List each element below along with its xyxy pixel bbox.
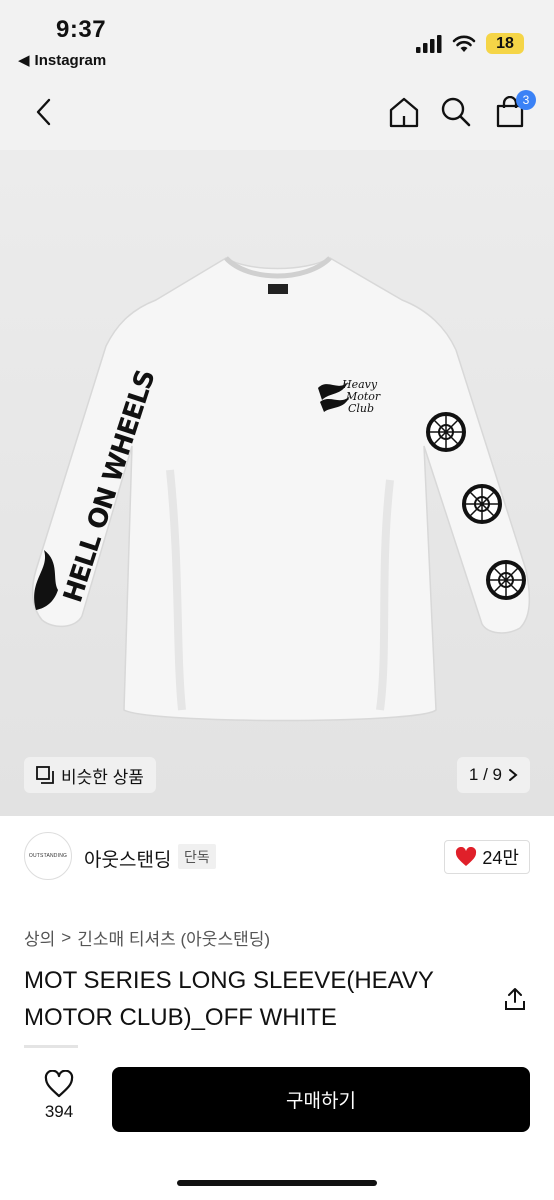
product-photo: Heavy Motor Club HELL ON WHEELS xyxy=(0,150,554,816)
bottom-action-bar: 394 구매하기 xyxy=(0,1052,554,1200)
cart-button[interactable]: 3 xyxy=(490,90,536,132)
heart-outline-icon xyxy=(44,1070,74,1098)
image-page-button[interactable]: 1 / 9 xyxy=(456,757,530,793)
sleeve-wheel-3 xyxy=(486,560,526,600)
chevron-right-icon xyxy=(509,769,518,781)
brand-row: OUTSTANDING 아웃스탠딩 단독 24만 xyxy=(0,832,554,882)
share-icon xyxy=(505,988,525,1010)
exclusive-tag: 단독 xyxy=(178,844,216,869)
brand-logo[interactable]: OUTSTANDING xyxy=(24,832,72,880)
heart-filled-icon xyxy=(456,847,477,866)
share-button[interactable] xyxy=(502,985,528,1013)
home-indicator xyxy=(177,1180,377,1186)
cart-count-badge: 3 xyxy=(516,90,536,110)
back-button[interactable] xyxy=(28,94,58,130)
battery-indicator: 18 xyxy=(486,33,524,54)
nav-bar: 3 xyxy=(0,78,554,150)
product-title: MOT SERIES LONG SLEEVE(HEAVY MOTOR CLUB)… xyxy=(24,967,434,1031)
overlap-squares-icon xyxy=(36,766,54,784)
similar-products-label: 비슷한 상품 xyxy=(61,767,144,787)
status-bar: 9:37 ◀ Instagram 18 xyxy=(0,0,554,78)
back-triangle-icon: ◀ xyxy=(18,52,30,69)
breadcrumb-separator-icon: > xyxy=(61,927,72,947)
wifi-icon xyxy=(452,35,476,52)
wishlist-count: 394 xyxy=(44,1102,74,1121)
divider xyxy=(24,1045,78,1048)
status-icons: 18 xyxy=(416,33,524,54)
chest-print-line-3: Club xyxy=(348,402,374,415)
breadcrumb-item-top[interactable]: 상의 xyxy=(24,925,55,950)
back-app-label: Instagram xyxy=(34,51,107,69)
search-icon xyxy=(441,97,471,127)
brand-name[interactable]: 아웃스탠딩 xyxy=(84,845,171,872)
home-icon xyxy=(389,97,419,128)
sleeve-wheel-1 xyxy=(426,412,466,452)
wishlist-button[interactable]: 394 xyxy=(32,1070,86,1122)
brand-like-count: 24만 xyxy=(482,848,519,868)
search-button[interactable] xyxy=(436,92,476,132)
chevron-left-icon xyxy=(36,98,51,126)
back-to-instagram[interactable]: ◀ Instagram xyxy=(18,51,107,70)
signal-icon xyxy=(416,34,442,53)
breadcrumb: 상의 > 긴소매 티셔츠 (아웃스탠딩) xyxy=(24,925,270,950)
product-image-gallery[interactable]: Heavy Motor Club HELL ON WHEELS 비슷한 상품 1… xyxy=(0,150,554,816)
similar-products-button[interactable]: 비슷한 상품 xyxy=(24,757,156,793)
buy-button[interactable]: 구매하기 xyxy=(112,1067,530,1132)
breadcrumb-item-subcategory[interactable]: 긴소매 티셔츠 (아웃스탠딩) xyxy=(77,925,270,950)
home-button[interactable] xyxy=(384,92,424,132)
page-indicator: 1 / 9 xyxy=(468,765,502,784)
brand-like-button[interactable]: 24만 xyxy=(444,840,530,874)
sleeve-wheel-2 xyxy=(462,484,502,524)
status-time: 9:37 xyxy=(56,16,107,43)
